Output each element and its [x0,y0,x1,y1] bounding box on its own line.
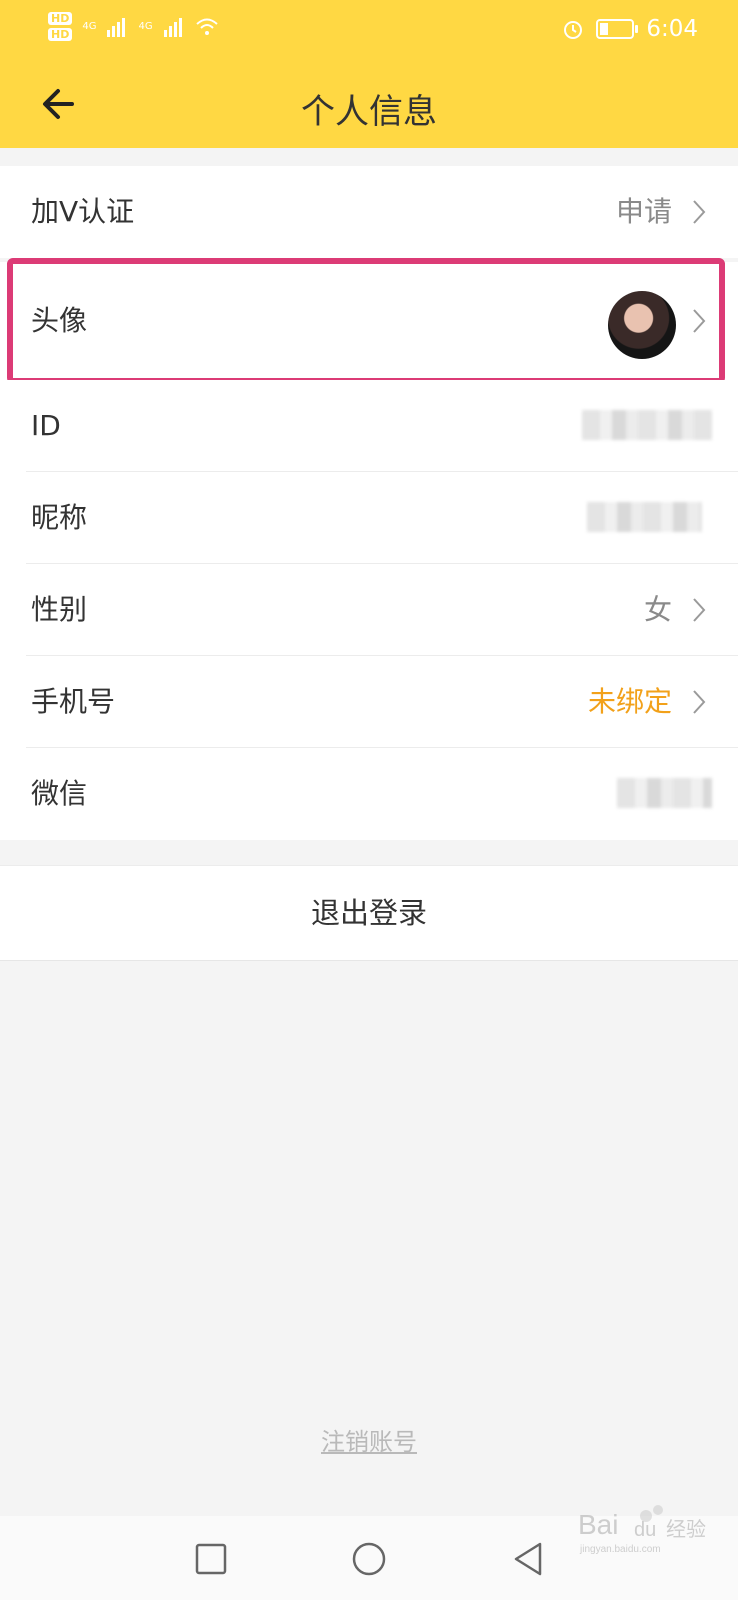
verify-row[interactable]: 加V认证 申请 [0,166,738,258]
wechat-row[interactable]: 微信 [0,748,738,840]
logout-button[interactable]: 退出登录 [0,865,738,961]
network-type: 4G [82,21,97,32]
status-right: 6:04 [562,16,698,42]
status-time: 6:04 [646,16,698,42]
phone-value: 未绑定 [587,685,672,718]
wechat-label: 微信 [31,777,88,810]
nickname-label: 昵称 [31,501,88,534]
id-row: ID [0,380,738,472]
id-label: ID [31,409,61,442]
phone-label: 手机号 [31,685,116,718]
svg-text:Bai: Bai [578,1509,618,1540]
chevron-right-icon [693,690,706,714]
wifi-icon [195,18,218,35]
avatar-label: 头像 [31,304,88,337]
svg-text:du: du [634,1519,656,1541]
page-title: 个人信息 [301,92,437,132]
nickname-row[interactable]: 昵称 [0,472,738,564]
hd-badges: HD HD [48,12,73,41]
app-header: HD HD 4G 4G 6:04 个人信息 [0,0,738,148]
hd-badge: HD [48,28,73,41]
gender-label: 性别 [31,593,88,626]
wechat-value-blurred [617,778,712,808]
gender-row[interactable]: 性别 女 [0,564,738,656]
chevron-right-icon [693,200,706,224]
gender-value: 女 [643,593,672,626]
id-value-blurred [582,410,712,440]
back-triangle-icon[interactable] [510,1540,548,1578]
home-icon[interactable] [350,1540,388,1578]
chevron-right-icon [693,598,706,622]
battery-icon [596,19,639,39]
recent-apps-icon[interactable] [192,1540,230,1578]
phone-row[interactable]: 手机号 未绑定 [0,656,738,748]
cancel-account-link[interactable]: 注销账号 [0,1422,738,1457]
watermark-logo: Bai du 经验 jingyan.baidu.com [578,1505,706,1555]
verify-value: 申请 [615,195,672,228]
nickname-value-blurred [587,502,702,532]
verify-label: 加V认证 [31,195,135,228]
svg-text:jingyan.baidu.com: jingyan.baidu.com [579,1544,661,1555]
status-left: HD HD 4G 4G [48,12,219,41]
status-bar: HD HD 4G 4G 6:04 [0,0,738,62]
avatar [608,291,676,359]
alarm-icon [564,21,583,39]
svg-text:经验: 经验 [666,1517,706,1541]
avatar-row[interactable]: 头像 [0,262,738,380]
signal-icon [107,17,126,37]
network-type: 4G [138,21,153,32]
hd-badge: HD [48,12,73,25]
chevron-right-icon [693,309,706,333]
signal-icon [163,17,182,37]
